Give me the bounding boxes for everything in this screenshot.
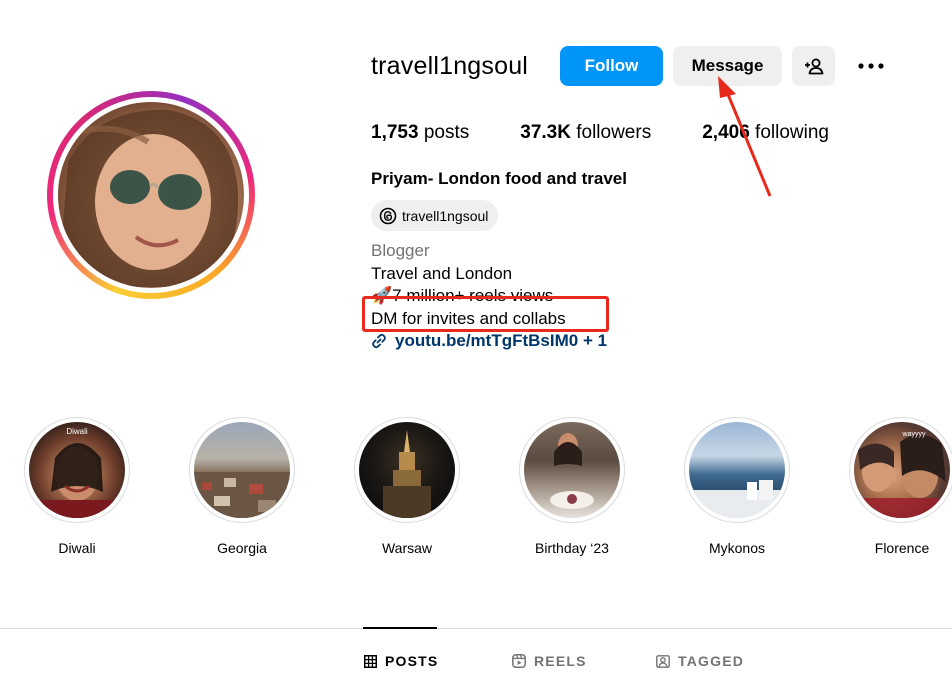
highlight-label: Warsaw	[381, 540, 433, 556]
highlight-mykonos[interactable]: Mykonos	[682, 417, 792, 556]
reels-icon	[512, 654, 526, 668]
following-count-label: following	[755, 122, 829, 143]
highlight-cover: Diwali	[29, 422, 125, 518]
add-user-icon	[804, 58, 823, 75]
suggest-similar-button[interactable]	[792, 46, 835, 86]
profile-category: Blogger	[371, 241, 430, 260]
profile-username: travell1ngsoul	[371, 52, 529, 80]
tab-posts[interactable]: POSTS	[364, 653, 438, 669]
more-options-button[interactable]	[852, 50, 890, 82]
tabs-divider	[0, 628, 952, 629]
highlight-overlay-text: Diwali	[66, 427, 88, 436]
following-count-value: 2,406	[702, 122, 750, 143]
highlight-cover: wayyyy	[854, 422, 950, 518]
followers-count[interactable]: 37.3K followers	[520, 122, 651, 144]
highlight-florence[interactable]: wayyyy Florence	[847, 417, 952, 556]
profile-avatar	[58, 102, 244, 288]
highlight-georgia[interactable]: Georgia	[187, 417, 297, 556]
profile-link[interactable]: youtu.be/mtTgFtBsIM0 + 1	[371, 330, 607, 353]
highlight-overlay-text: wayyyy	[902, 431, 926, 438]
profile-stats: 1,753 posts 37.3K followers 2,406 follow…	[371, 122, 880, 144]
follow-button[interactable]: Follow	[560, 46, 663, 86]
highlight-label: Florence	[874, 540, 930, 556]
tab-label: REELS	[534, 653, 587, 669]
highlight-cover	[359, 422, 455, 518]
profile-avatar-ring[interactable]	[47, 91, 255, 299]
followers-count-value: 37.3K	[520, 122, 571, 143]
threads-badge[interactable]: travell1ngsoul	[371, 200, 499, 231]
highlight-warsaw[interactable]: Warsaw	[352, 417, 462, 556]
tagged-icon	[656, 655, 670, 668]
threads-handle: travell1ngsoul	[402, 207, 489, 224]
link-icon	[372, 334, 386, 349]
highlight-label: Birthday ‘23	[535, 540, 609, 556]
following-count[interactable]: 2,406 following	[702, 122, 829, 144]
posts-count-label: posts	[423, 122, 470, 143]
bio-line: Travel and London	[371, 263, 513, 283]
highlight-cover	[194, 422, 290, 518]
grid-icon	[364, 654, 377, 668]
highlight-birthday-23[interactable]: Birthday ‘23	[517, 417, 627, 556]
profile-link-text: youtu.be/mtTgFtBsIM0 + 1	[395, 331, 608, 350]
threads-icon	[379, 207, 397, 224]
message-button[interactable]: Message	[673, 46, 782, 86]
active-tab-indicator	[363, 627, 437, 629]
highlight-label: Diwali	[58, 540, 96, 556]
posts-count-value: 1,753	[371, 122, 419, 143]
tab-tagged[interactable]: TAGGED	[656, 653, 744, 669]
more-options-icon	[858, 63, 884, 69]
annotation-highlight-box	[362, 296, 609, 332]
profile-full-name: Priyam- London food and travel	[371, 169, 627, 188]
tab-reels[interactable]: REELS	[512, 653, 587, 669]
tab-label: POSTS	[385, 653, 439, 669]
highlight-diwali[interactable]: Diwali Diwali	[22, 417, 132, 556]
highlight-cover	[524, 422, 620, 518]
highlight-label: Mykonos	[708, 540, 766, 556]
posts-count: 1,753 posts	[371, 122, 469, 144]
highlight-label: Georgia	[217, 540, 267, 556]
profile-page: travell1ngsoul Follow Message 1,753 post…	[0, 0, 952, 681]
followers-count-label: followers	[576, 122, 652, 143]
highlight-cover	[689, 422, 785, 518]
tab-label: TAGGED	[678, 653, 745, 669]
